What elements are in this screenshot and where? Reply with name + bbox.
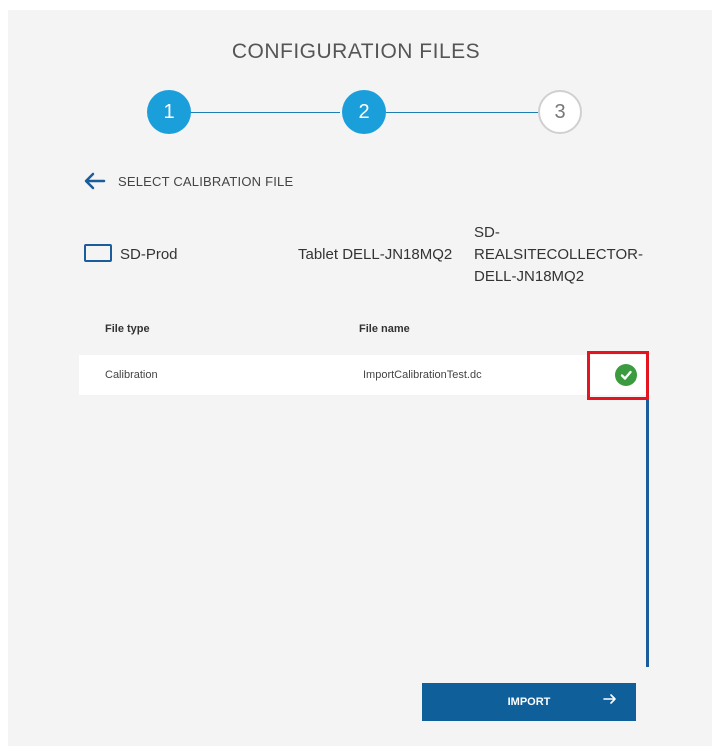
import-button[interactable]: IMPORT — [422, 683, 636, 721]
header-file-type: File type — [105, 323, 150, 335]
device-name: SD-Prod — [120, 246, 178, 263]
files-table: File type File name Calibration ImportCa… — [79, 297, 651, 395]
back-navigation[interactable]: SELECT CALIBRATION FILE — [84, 172, 293, 190]
collector-name-line: DELL-JN18MQ2 — [474, 268, 585, 285]
table-row[interactable]: Calibration ImportCalibrationTest.dc — [79, 355, 651, 395]
step-connector-1 — [190, 112, 340, 113]
tablet-icon — [84, 244, 112, 262]
device-info-row: SD-Prod Tablet DELL-JN18MQ2 SD- REALSITE… — [84, 218, 644, 292]
status-highlight-box — [587, 351, 649, 400]
cell-file-name: ImportCalibrationTest.dc — [363, 369, 482, 381]
header-file-name: File name — [359, 323, 410, 335]
table-header: File type File name — [79, 297, 651, 355]
arrow-right-icon — [602, 692, 618, 709]
collector-name-line: REALSITECOLLECTOR- — [474, 246, 643, 263]
step-1[interactable]: 1 — [147, 90, 191, 134]
scrollbar[interactable] — [646, 400, 649, 667]
tablet-name: Tablet DELL-JN18MQ2 — [298, 246, 453, 263]
page-title: CONFIGURATION FILES — [231, 40, 481, 63]
step-connector-2 — [386, 112, 538, 113]
import-label: IMPORT — [507, 696, 551, 708]
collector-name: SD- REALSITECOLLECTOR- DELL-JN18MQ2 — [474, 222, 654, 288]
arrow-left-icon[interactable] — [84, 172, 106, 190]
back-label: SELECT CALIBRATION FILE — [118, 173, 294, 189]
collector-name-line: SD- — [474, 224, 500, 241]
step-2[interactable]: 2 — [342, 90, 386, 134]
step-3[interactable]: 3 — [538, 90, 582, 134]
cell-file-type: Calibration — [105, 369, 158, 381]
